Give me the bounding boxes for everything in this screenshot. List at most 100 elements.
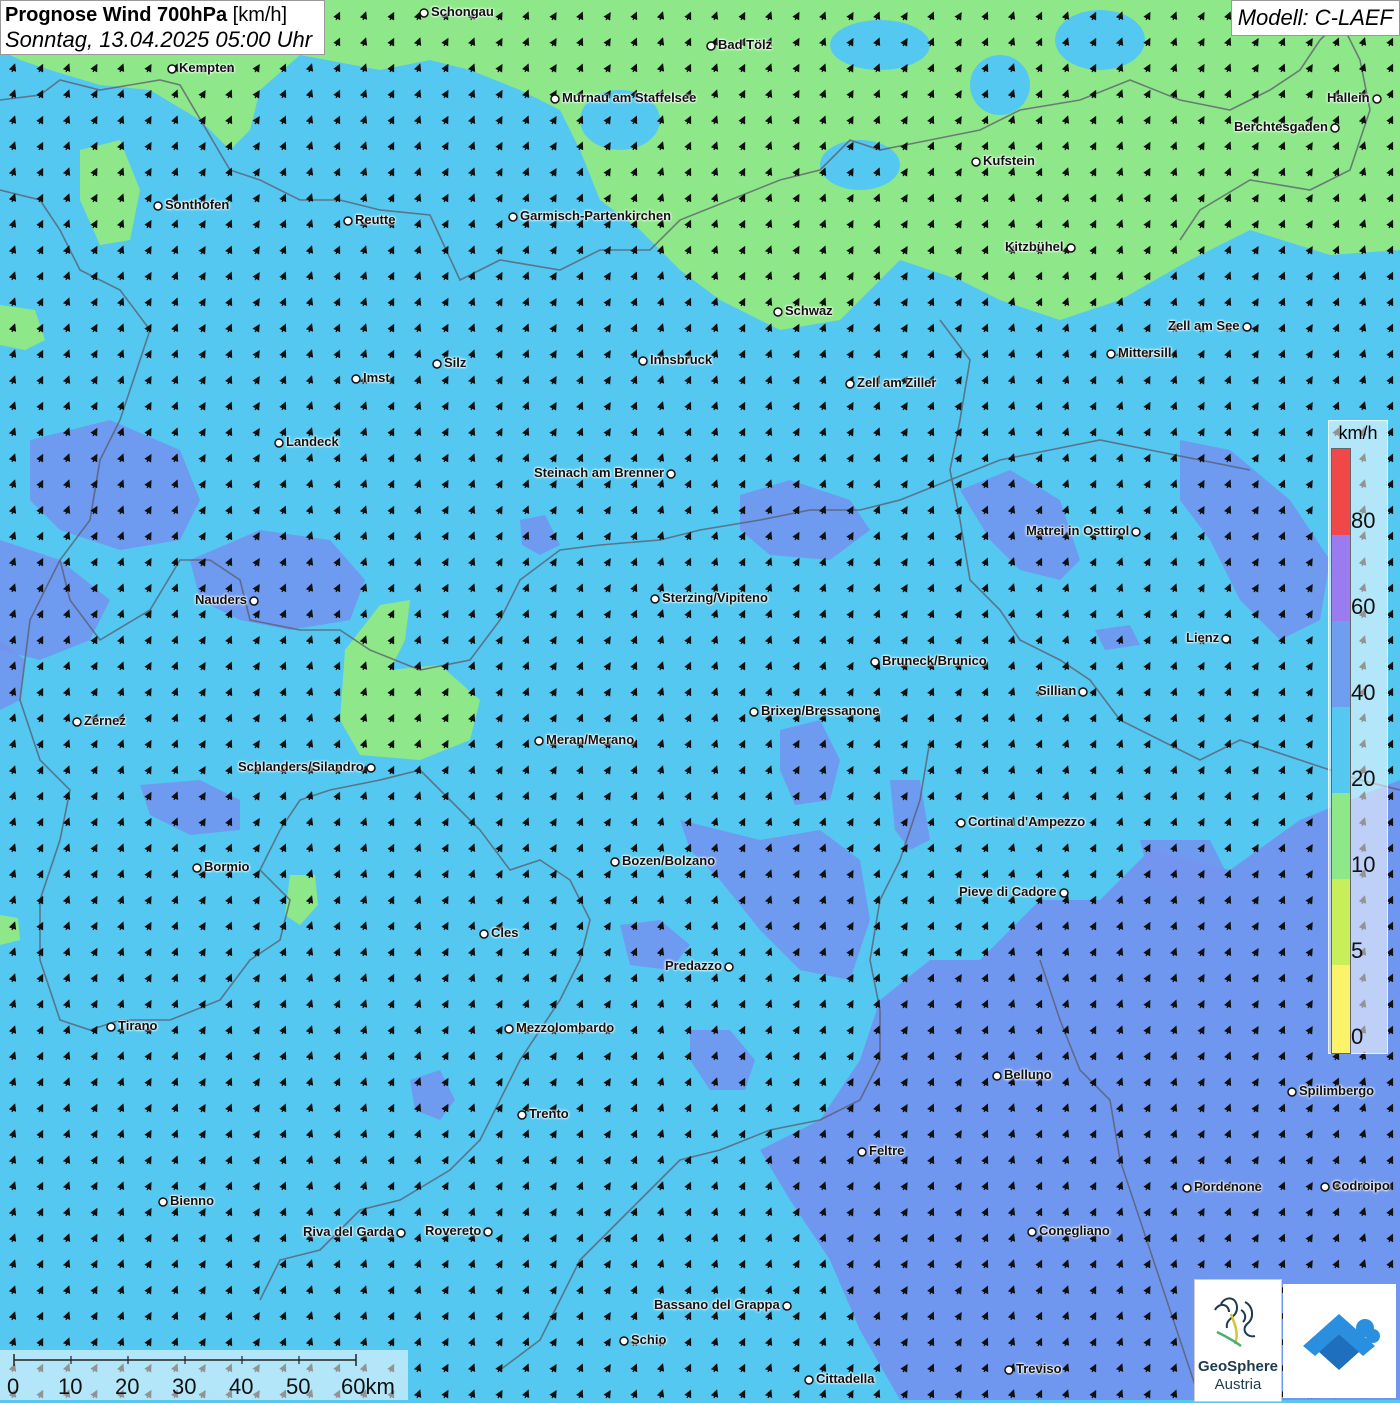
city-marker[interactable] bbox=[274, 438, 284, 448]
city-marker[interactable] bbox=[1106, 349, 1116, 359]
city-marker[interactable] bbox=[1330, 123, 1340, 133]
legend-bar bbox=[1331, 448, 1351, 1054]
legend-seg-5 bbox=[1332, 879, 1350, 965]
city-marker[interactable] bbox=[870, 657, 880, 667]
city-label: Brixen/Bressanone bbox=[761, 703, 880, 718]
city-marker[interactable] bbox=[1131, 527, 1141, 537]
weather-app-logo[interactable] bbox=[1283, 1284, 1396, 1398]
city-marker[interactable] bbox=[366, 763, 376, 773]
legend-seg-20 bbox=[1332, 707, 1350, 793]
city-marker[interactable] bbox=[508, 212, 518, 222]
city-label: Steinach am Brenner bbox=[534, 465, 665, 480]
city-marker[interactable] bbox=[1059, 888, 1069, 898]
city-marker[interactable] bbox=[1078, 687, 1088, 697]
city-marker[interactable] bbox=[1242, 322, 1252, 332]
city-marker[interactable] bbox=[396, 1228, 406, 1238]
geosphere-logo-text: GeoSphere bbox=[1197, 1358, 1279, 1375]
city-label: Kitzbühel bbox=[1005, 239, 1064, 254]
city-marker[interactable] bbox=[504, 1024, 514, 1034]
city-marker[interactable] bbox=[158, 1197, 168, 1207]
city-marker[interactable] bbox=[167, 64, 177, 74]
legend-tick: 80 bbox=[1351, 508, 1376, 533]
city-marker[interactable] bbox=[1320, 1182, 1330, 1192]
city-marker[interactable] bbox=[1182, 1183, 1192, 1193]
city-marker[interactable] bbox=[706, 41, 716, 51]
city-label: Bassano del Grappa bbox=[654, 1297, 780, 1312]
cyan-patch bbox=[1055, 10, 1145, 70]
color-legend: km/h 80 60 40 20 10 5 0 bbox=[1328, 420, 1388, 1054]
city-label: Spilimbergo bbox=[1299, 1083, 1375, 1098]
city-label: Garmisch-Partenkirchen bbox=[520, 208, 672, 223]
city-label: Tirano bbox=[118, 1018, 158, 1033]
city-marker[interactable] bbox=[650, 594, 660, 604]
city-marker[interactable] bbox=[483, 1227, 493, 1237]
city-marker[interactable] bbox=[351, 374, 361, 384]
city-label: Schlanders/Silandro bbox=[238, 759, 364, 774]
city-label: Treviso bbox=[1016, 1361, 1062, 1376]
city-marker[interactable] bbox=[956, 818, 966, 828]
city-label: Cles bbox=[491, 925, 519, 940]
city-label: Schwaz bbox=[785, 303, 833, 318]
city-marker[interactable] bbox=[106, 1022, 116, 1032]
city-label: Zell am Ziller bbox=[857, 375, 937, 390]
city-label: Murnau am Staffelsee bbox=[562, 90, 697, 105]
city-marker[interactable] bbox=[1004, 1365, 1014, 1375]
city-label: Belluno bbox=[1004, 1067, 1052, 1082]
city-label: Matrei in Osttirol bbox=[1026, 523, 1130, 538]
city-label: Bruneck/Brunico bbox=[882, 653, 987, 668]
scale-label: 20 bbox=[115, 1374, 140, 1399]
city-marker[interactable] bbox=[72, 717, 82, 727]
city-marker[interactable] bbox=[666, 469, 676, 479]
city-marker[interactable] bbox=[610, 857, 620, 867]
city-label: Zernez bbox=[84, 713, 126, 728]
city-marker[interactable] bbox=[857, 1147, 867, 1157]
city-label: Cittadella bbox=[816, 1371, 875, 1386]
city-marker[interactable] bbox=[1066, 243, 1076, 253]
scale-label: 40 bbox=[229, 1374, 254, 1399]
city-marker[interactable] bbox=[1221, 634, 1231, 644]
legend-tick: 5 bbox=[1351, 938, 1364, 963]
city-label: Innsbruck bbox=[650, 352, 713, 367]
scale-label: 60km bbox=[341, 1374, 395, 1399]
city-label: Pieve di Cadore bbox=[959, 884, 1057, 899]
city-marker[interactable] bbox=[845, 379, 855, 389]
legend-unit: km/h bbox=[1338, 423, 1378, 443]
city-label: Rovereto bbox=[425, 1223, 482, 1238]
city-marker[interactable] bbox=[971, 157, 981, 167]
city-label: Bormio bbox=[204, 859, 250, 874]
city-marker[interactable] bbox=[479, 929, 489, 939]
city-marker[interactable] bbox=[724, 962, 734, 972]
city-marker[interactable] bbox=[192, 863, 202, 873]
scale-label: 10 bbox=[58, 1374, 83, 1399]
city-label: Sterzing/Vipiteno bbox=[662, 590, 768, 605]
city-marker[interactable] bbox=[1287, 1087, 1297, 1097]
city-marker[interactable] bbox=[992, 1071, 1002, 1081]
city-label: Feltre bbox=[869, 1143, 905, 1158]
city-marker[interactable] bbox=[1372, 94, 1382, 104]
city-marker[interactable] bbox=[638, 356, 648, 366]
city-marker[interactable] bbox=[343, 216, 353, 226]
city-marker[interactable] bbox=[804, 1375, 814, 1385]
city-marker[interactable] bbox=[1027, 1227, 1037, 1237]
cyan-patch bbox=[970, 55, 1030, 115]
geosphere-logo[interactable]: GeoSphere Austria bbox=[1194, 1279, 1282, 1402]
city-marker[interactable] bbox=[517, 1110, 527, 1120]
city-label: Berchtesgaden bbox=[1234, 119, 1328, 134]
map-subtitle: Sonntag, 13.04.2025 05:00 Uhr bbox=[5, 27, 313, 52]
city-marker[interactable] bbox=[550, 94, 560, 104]
city-marker[interactable] bbox=[419, 8, 429, 18]
model-label: Modell: C-LAEF bbox=[1230, 0, 1400, 36]
city-marker[interactable] bbox=[432, 359, 442, 369]
city-marker[interactable] bbox=[749, 707, 759, 717]
city-marker[interactable] bbox=[782, 1301, 792, 1311]
legend-tick: 20 bbox=[1351, 766, 1376, 791]
city-marker[interactable] bbox=[619, 1336, 629, 1346]
city-marker[interactable] bbox=[534, 736, 544, 746]
scale-bar: 0 10 20 30 40 50 60km bbox=[0, 1350, 408, 1400]
city-label: Cortina d'Ampezzo bbox=[968, 814, 1086, 829]
city-label: Meran/Merano bbox=[546, 732, 635, 747]
city-marker[interactable] bbox=[773, 307, 783, 317]
city-marker[interactable] bbox=[153, 201, 163, 211]
city-marker[interactable] bbox=[249, 596, 259, 606]
city-label: Predazzo bbox=[665, 958, 723, 973]
